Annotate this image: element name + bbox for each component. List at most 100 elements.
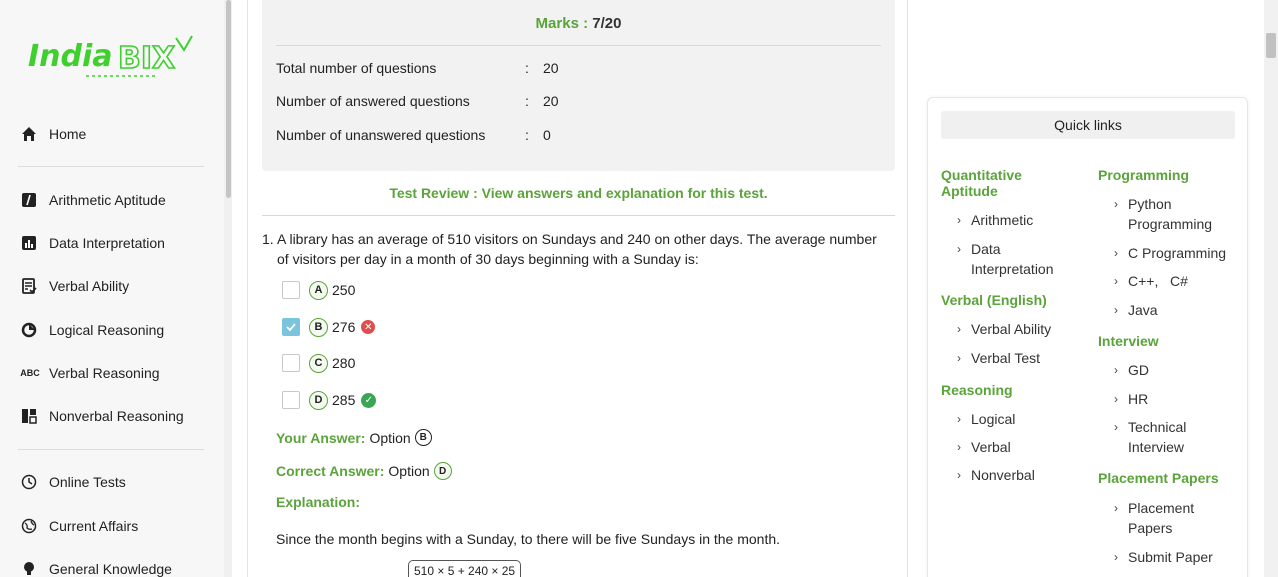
quick-link-label: Verbal Test <box>971 350 1041 366</box>
option-checkbox-checked[interactable] <box>282 318 300 336</box>
marks-value: 7/20 <box>592 15 622 32</box>
chevron-right-icon: › <box>957 242 961 256</box>
sidebar-divider <box>18 166 204 167</box>
stat-label: Number of answered questions <box>276 93 470 109</box>
sidebar-item-label: Online Tests <box>49 474 126 490</box>
option-letter: D <box>309 390 328 410</box>
chevron-right-icon: › <box>1114 392 1118 406</box>
option-checkbox[interactable] <box>282 391 300 409</box>
sidebar-scrollbar-thumb[interactable] <box>226 0 231 198</box>
sidebar-item-general-knowledge[interactable]: General Knowledge <box>20 557 172 577</box>
quick-link-label: C Programming <box>1128 245 1227 261</box>
marks-heading: Marks : 7/20 <box>262 15 895 32</box>
quick-links-title: Quick links <box>941 111 1235 139</box>
sidebar-divider <box>18 449 204 450</box>
sidebar-item-verbal-ability[interactable]: Verbal Ability <box>20 274 129 298</box>
globe-icon <box>20 517 38 535</box>
svg-text:India: India <box>28 39 113 74</box>
chevron-right-icon: › <box>1114 363 1118 377</box>
chevron-right-icon: › <box>957 213 961 227</box>
page-scrollbar-thumb[interactable] <box>1266 33 1276 58</box>
stat-label: Number of unanswered questions <box>276 127 486 143</box>
your-answer-letter: B <box>414 429 432 446</box>
chevron-right-icon: › <box>1114 550 1118 564</box>
stat-label: Total number of questions <box>276 60 437 76</box>
chevron-right-icon: › <box>957 322 961 336</box>
chevron-right-icon: › <box>1114 303 1118 317</box>
your-answer: Your Answer: Option B <box>276 429 432 446</box>
option-letter: A <box>309 280 328 300</box>
chevron-right-icon: › <box>957 468 961 482</box>
test-review-link[interactable]: Test Review : View answers and explanati… <box>262 185 895 201</box>
explanation-formula: 510 × 5 + 240 × 25 <box>408 560 522 577</box>
option-value: 250 <box>332 282 356 298</box>
sidebar-item-nonverbal-reasoning[interactable]: Nonverbal Reasoning <box>20 404 184 428</box>
sidebar-item-logical-reasoning[interactable]: Logical Reasoning <box>20 318 164 342</box>
home-icon <box>20 125 38 143</box>
svg-text:BIX: BIX <box>118 41 175 76</box>
sidebar-item-online-tests[interactable]: Online Tests <box>20 470 126 494</box>
clock-icon <box>20 473 38 491</box>
sidebar-item-label: Data Interpretation <box>49 235 165 251</box>
correct-answer-text: Option <box>388 463 430 479</box>
marks-summary: Marks : 7/20 Total number of questions :… <box>262 0 895 171</box>
option-b[interactable]: B 276 ✕ <box>282 316 376 338</box>
quick-link-label: Verbal Ability <box>971 321 1052 337</box>
quick-link-label: GD <box>1128 362 1149 378</box>
quick-link-label: Technical Interview <box>1128 419 1187 455</box>
quick-link-label: Arithmetic <box>971 212 1034 228</box>
correct-icon: ✓ <box>361 392 377 408</box>
quick-link-label: Data Interpretation <box>971 241 1054 277</box>
quick-link-label: Python Programming <box>1128 196 1213 232</box>
chevron-right-icon: › <box>1114 246 1118 260</box>
sidebar-item-data-interpretation[interactable]: Data Interpretation <box>20 231 165 255</box>
quick-category[interactable]: Programming <box>1098 167 1238 183</box>
option-checkbox[interactable] <box>282 354 300 372</box>
option-letter: B <box>309 317 328 337</box>
stat-separator: : <box>525 60 529 76</box>
sidebar: India BIX Home Arithmetic Aptitude Data … <box>0 0 224 577</box>
option-letter: C <box>309 353 328 373</box>
correct-answer: Correct Answer: Option D <box>276 462 452 480</box>
sidebar-item-home[interactable]: Home <box>20 122 86 146</box>
option-a[interactable]: A 250 <box>282 279 355 301</box>
bulb-icon <box>20 560 38 577</box>
sidebar-item-verbal-reasoning[interactable]: ABC Verbal Reasoning <box>20 361 159 385</box>
indiabix-logo[interactable]: India BIX <box>26 32 196 82</box>
quick-category[interactable]: Interview <box>1098 333 1238 349</box>
question-number: 1. <box>262 231 274 247</box>
review-divider <box>262 215 895 216</box>
quick-category[interactable]: Placement Papers <box>1098 470 1238 486</box>
quick-link-label: Logical <box>971 411 1016 427</box>
sidebar-item-current-affairs[interactable]: Current Affairs <box>20 514 138 538</box>
chevron-right-icon: › <box>957 351 961 365</box>
option-c[interactable]: C 280 <box>282 352 355 374</box>
chevron-right-icon: › <box>957 412 961 426</box>
explanation-text: Since the month begins with a Sunday, to… <box>276 531 781 547</box>
chevron-right-icon: › <box>957 440 961 454</box>
stat-row-total: Total number of questions : 20 <box>276 60 876 80</box>
quick-category[interactable]: Reasoning <box>941 382 1081 398</box>
sidebar-item-label: Verbal Ability <box>49 278 130 294</box>
option-d[interactable]: D 285 ✓ <box>282 389 377 411</box>
sidebar-item-label: Logical Reasoning <box>49 322 165 338</box>
stat-row-answered: Number of answered questions : 20 <box>276 93 876 113</box>
stat-separator: : <box>525 127 529 143</box>
option-value: 285 <box>332 392 356 408</box>
quick-link-label: C++, C# <box>1128 273 1188 289</box>
page-scrollbar-track[interactable] <box>1264 0 1278 577</box>
quick-link-label: HR <box>1128 391 1149 407</box>
quick-link-label: Nonverbal <box>971 467 1035 483</box>
your-answer-text: Option <box>369 429 411 446</box>
quick-links-panel: Quick links Quantitative Aptitude › Arith… <box>927 97 1248 577</box>
sidebar-item-label: General Knowledge <box>49 561 172 577</box>
quick-category[interactable]: Verbal (English) <box>941 292 1081 308</box>
quick-category[interactable]: Quantitative Aptitude <box>941 167 1081 199</box>
wrong-icon: ✕ <box>361 320 376 334</box>
option-checkbox[interactable] <box>282 281 300 299</box>
abc-icon: ABC <box>20 368 40 378</box>
explanation-heading: Explanation: <box>276 494 361 510</box>
check-icon <box>286 323 296 332</box>
verbal-icon <box>20 277 38 295</box>
sidebar-item-arithmetic-aptitude[interactable]: Arithmetic Aptitude <box>20 188 166 212</box>
